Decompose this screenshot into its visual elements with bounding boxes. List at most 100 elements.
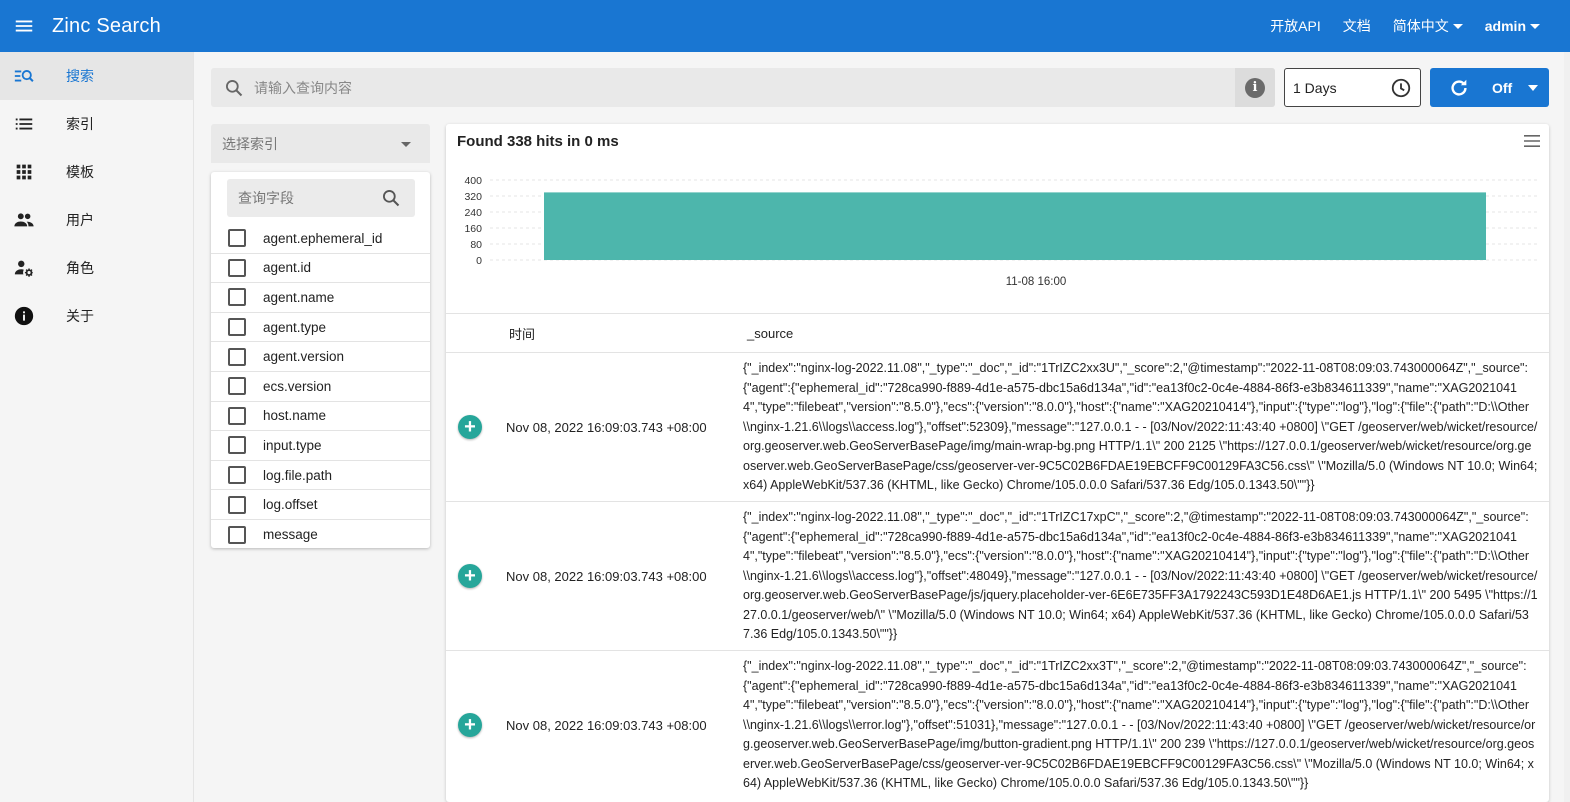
chart-menu-icon[interactable] [1523, 133, 1541, 149]
checkbox[interactable] [228, 406, 246, 425]
hits-summary: Found 338 hits in 0 ms [457, 133, 619, 150]
docs-link[interactable]: 文档 [1343, 16, 1371, 36]
field-label: host.name [263, 408, 327, 424]
clock-icon [1391, 78, 1411, 98]
chevron-down-icon [1452, 23, 1463, 29]
sidebar-item-about[interactable]: 关于 [0, 292, 193, 340]
checkbox[interactable] [228, 466, 246, 485]
user-dropdown[interactable]: admin [1485, 18, 1540, 34]
field-row[interactable]: message [211, 520, 430, 550]
field-search-placeholder: 查询字段 [238, 190, 294, 206]
y-tick-label: 400 [464, 175, 482, 187]
field-label: agent.version [263, 349, 345, 365]
field-row[interactable]: input.type [211, 431, 430, 461]
query-bar: i [211, 68, 1275, 107]
fields-panel: 查询字段 agent.ephemeral_id agent.id agent.n… [211, 172, 430, 548]
table-row: + Nov 08, 2022 16:09:03.743 +08:00 {"_in… [446, 353, 1549, 502]
chevron-down-icon[interactable] [1528, 84, 1539, 91]
results-panel: Found 338 hits in 0 ms 0 80 160 240 320 400 11… [446, 124, 1549, 802]
y-tick-label: 160 [464, 223, 482, 235]
y-tick-label: 320 [464, 191, 482, 203]
expand-row-button[interactable]: + [458, 415, 482, 439]
time-range-label: 1 Days [1293, 79, 1337, 96]
y-tick-label: 0 [476, 255, 482, 267]
field-row[interactable]: agent.id [211, 254, 430, 284]
sidebar: 搜索 索引 模板 用户 角色 关于 [0, 52, 194, 802]
field-label: input.type [263, 437, 322, 453]
sidebar-item-label: 用户 [66, 212, 94, 228]
sidebar-item-search[interactable]: 搜索 [0, 52, 193, 100]
open-api-link[interactable]: 开放API [1270, 16, 1321, 36]
chevron-down-icon [1530, 23, 1540, 29]
sidebar-item-template[interactable]: 模板 [0, 148, 193, 196]
field-row[interactable]: ecs.version [211, 372, 430, 402]
checkbox[interactable] [228, 525, 246, 544]
divider [446, 313, 1549, 314]
row-source: {"_index":"nginx-log-2022.11.08","_type"… [743, 510, 1538, 641]
sidebar-item-label: 模板 [66, 164, 94, 180]
sidebar-item-roles[interactable]: 角色 [0, 244, 193, 292]
people-icon [12, 208, 36, 232]
index-select[interactable]: 选择索引 [211, 124, 430, 163]
checkbox[interactable] [228, 436, 246, 455]
index-select-placeholder: 选择索引 [222, 135, 278, 152]
checkbox[interactable] [228, 258, 246, 277]
language-dropdown[interactable]: 简体中文 [1393, 16, 1463, 36]
time-range-picker[interactable]: 1 Days [1284, 68, 1421, 107]
field-row[interactable]: log.file.path [211, 461, 430, 491]
sidebar-item-label: 搜索 [66, 68, 94, 84]
checkbox[interactable] [228, 318, 246, 337]
menu-icon[interactable] [0, 0, 48, 52]
field-label: log.offset [263, 497, 318, 513]
field-row[interactable]: agent.version [211, 342, 430, 372]
row-timestamp: Nov 08, 2022 16:09:03.743 +08:00 [506, 420, 707, 435]
field-label: ecs.version [263, 378, 332, 394]
row-source: {"_index":"nginx-log-2022.11.08","_type"… [743, 361, 1538, 492]
query-help-button[interactable]: i [1235, 68, 1275, 107]
query-input[interactable] [254, 68, 1235, 107]
info-icon: i [1245, 77, 1265, 98]
sidebar-item-label: 索引 [66, 116, 94, 132]
list-icon [12, 112, 36, 136]
sidebar-item-label: 关于 [66, 308, 94, 324]
field-label: message [263, 527, 318, 543]
row-source: {"_index":"nginx-log-2022.11.08","_type"… [743, 659, 1536, 790]
chevron-down-icon [401, 142, 411, 147]
checkbox[interactable] [228, 229, 246, 248]
refresh-icon [1451, 79, 1467, 96]
field-row[interactable]: host.name [211, 402, 430, 432]
field-row[interactable]: agent.name [211, 283, 430, 313]
top-app-bar: Zinc Search 开放API 文档 简体中文 admin [0, 0, 1570, 52]
field-row[interactable]: log.offset [211, 490, 430, 520]
search-icon [226, 79, 243, 96]
expand-row-button[interactable]: + [458, 564, 482, 588]
language-label: 简体中文 [1392, 18, 1449, 34]
expand-row-button[interactable]: + [458, 713, 482, 737]
column-header-time[interactable]: 时间 [509, 314, 535, 352]
user-label: admin [1484, 18, 1526, 34]
checkbox[interactable] [228, 377, 246, 396]
field-row[interactable]: agent.ephemeral_id [211, 224, 430, 254]
histogram-bar[interactable] [544, 192, 1486, 260]
checkbox[interactable] [228, 288, 246, 307]
sidebar-item-index[interactable]: 索引 [0, 100, 193, 148]
refresh-button[interactable]: Off [1430, 68, 1549, 107]
field-row[interactable]: agent.type [211, 313, 430, 343]
search-icon [383, 190, 400, 207]
row-timestamp: Nov 08, 2022 16:09:03.743 +08:00 [506, 569, 707, 584]
column-header-source[interactable]: _source [747, 314, 793, 352]
x-tick-label: 11-08 16:00 [1006, 276, 1067, 288]
y-tick-label: 80 [470, 239, 482, 251]
grid-icon [12, 160, 36, 184]
checkbox[interactable] [228, 347, 246, 366]
app-title: Zinc Search [52, 14, 161, 37]
field-search-input[interactable]: 查询字段 [227, 179, 415, 217]
sidebar-item-label: 角色 [66, 260, 94, 276]
page-scrollbar[interactable] [1564, 52, 1570, 802]
search-list-icon [12, 64, 36, 88]
checkbox[interactable] [228, 495, 246, 514]
top-nav: 开放API 文档 简体中文 admin [1270, 0, 1540, 52]
info-icon [12, 304, 36, 328]
sidebar-item-users[interactable]: 用户 [0, 196, 193, 244]
field-label: log.file.path [263, 467, 333, 483]
